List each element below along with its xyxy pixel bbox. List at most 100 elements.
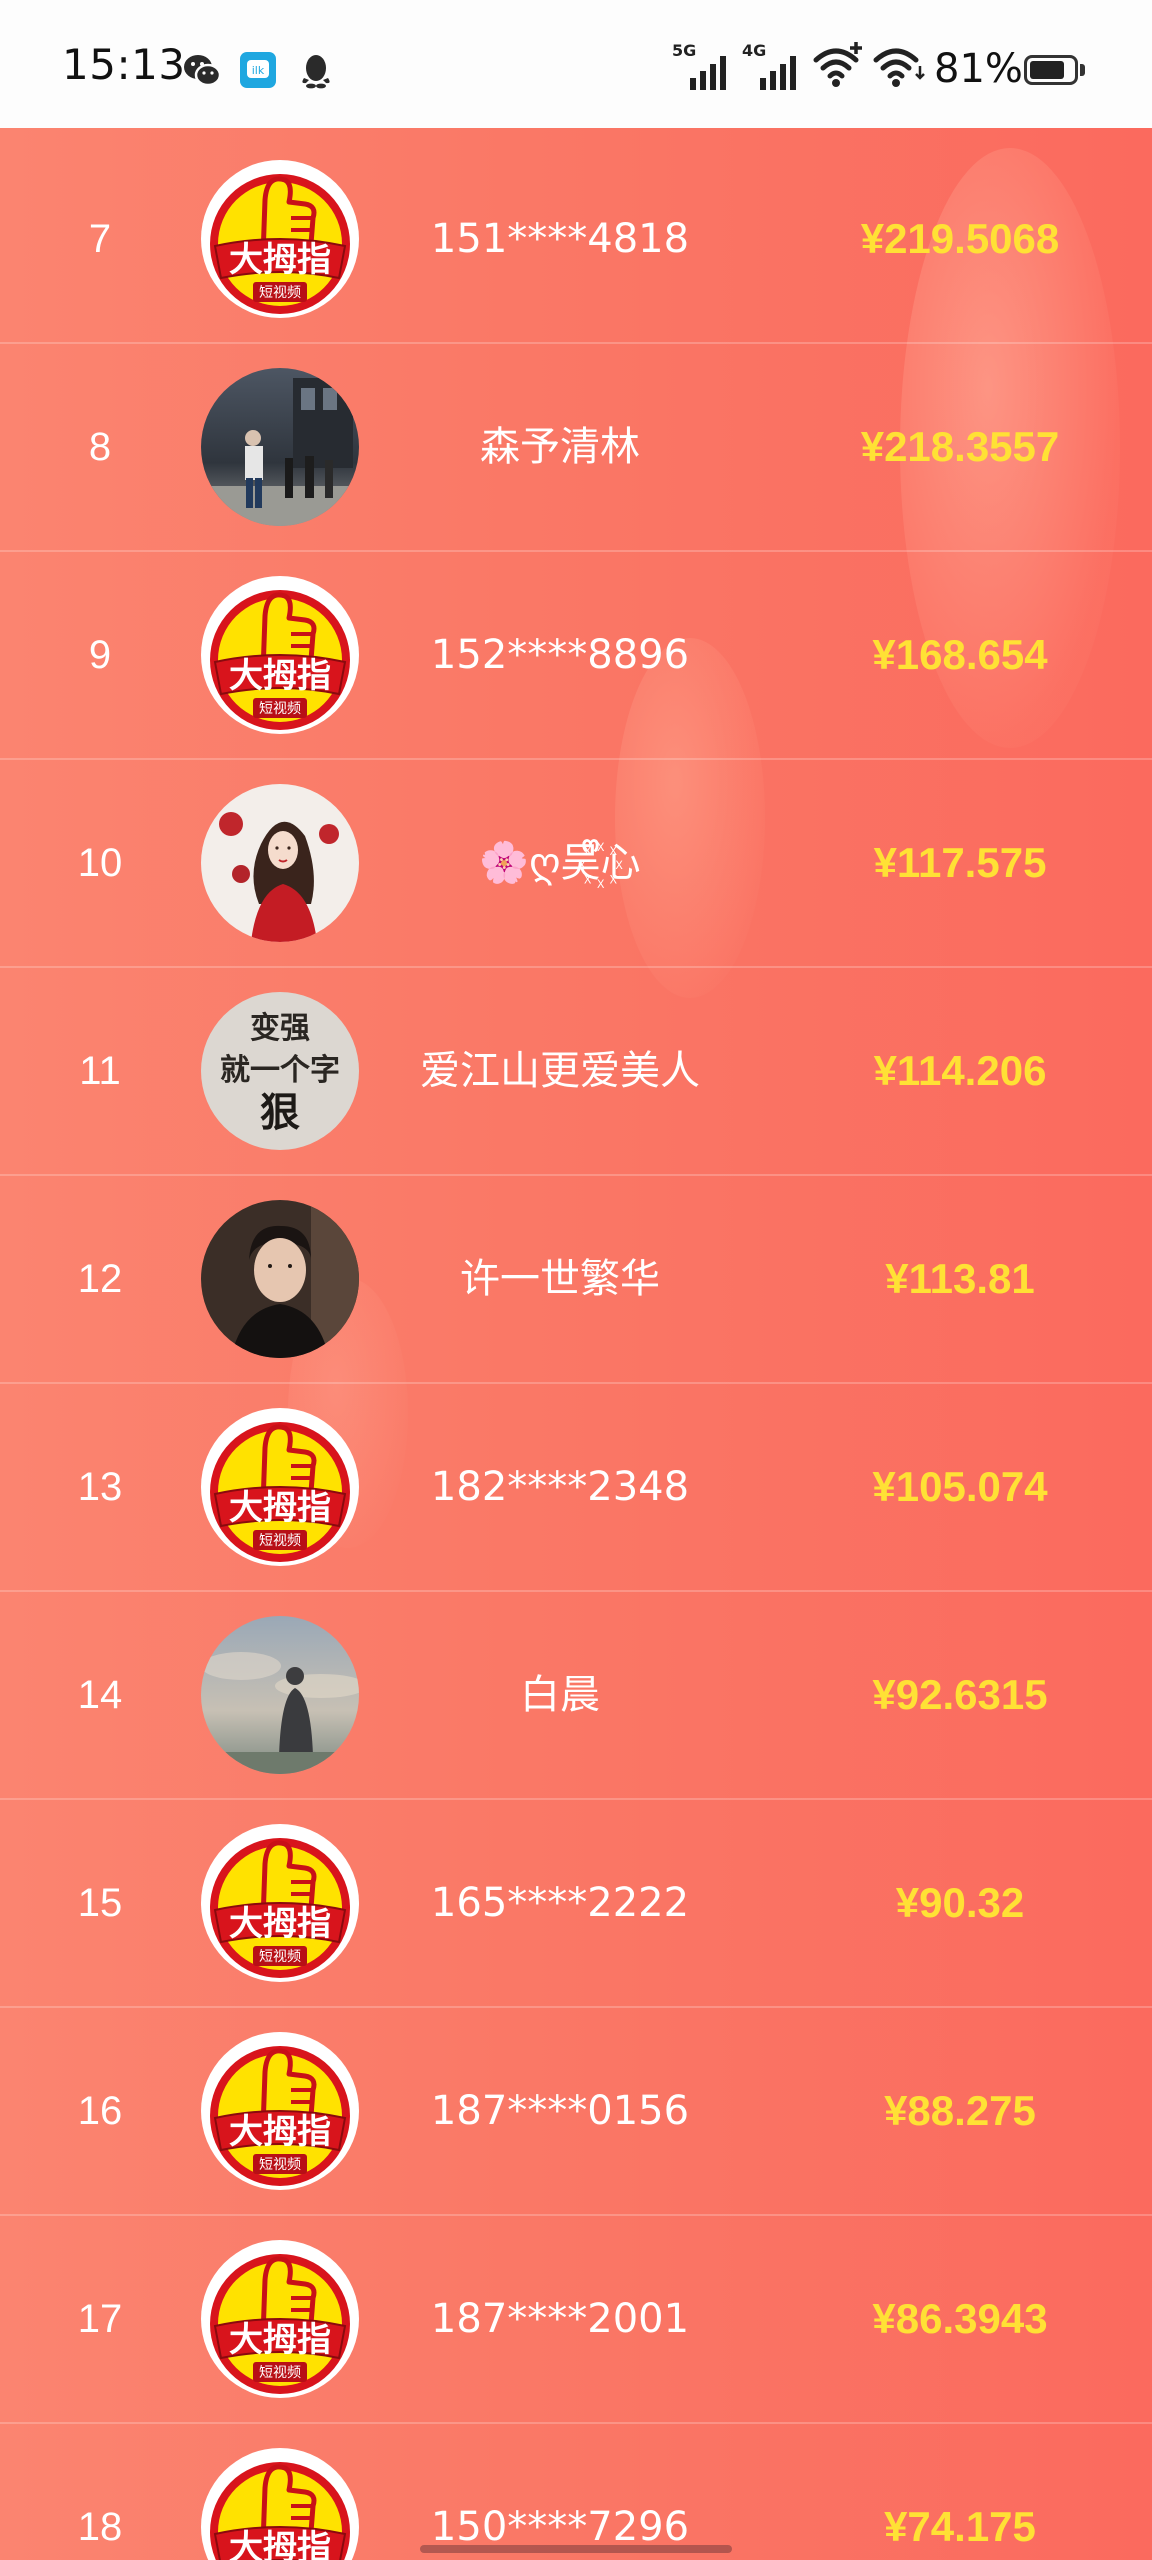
dalmuzhi-logo-icon: 大拇指 短视频	[201, 576, 359, 734]
avatar[interactable]	[201, 1616, 359, 1774]
avatar[interactable]: 变强 就一个字 狠	[201, 992, 359, 1150]
rank-number: 17	[77, 2297, 123, 2341]
earnings-amount: ¥168.654	[872, 631, 1048, 678]
avatar[interactable]: 大拇指 短视频	[201, 2240, 359, 2398]
dalmuzhi-logo-icon: 大拇指 短视频	[201, 2032, 359, 2190]
earnings-amount: ¥88.275	[884, 2087, 1036, 2134]
dalmuzhi-logo-icon: 大拇指 短视频	[201, 2240, 359, 2398]
avatar[interactable]: 大拇指 短视频	[201, 2448, 359, 2560]
logo-main-text: 大拇指	[229, 240, 331, 280]
wechat-icon	[184, 55, 222, 87]
ranking-row[interactable]: 16 大拇指 短视频 187****0156 ¥88.275	[0, 2008, 1152, 2216]
battery-percent: 81%	[934, 46, 1023, 92]
rank-number: 15	[77, 1881, 123, 1925]
ranking-row[interactable]: 17 大拇指 短视频 187****2001 ¥86.3943	[0, 2216, 1152, 2424]
battery-tip	[1080, 64, 1085, 76]
ranking-list[interactable]: 7 大拇指 短视频 151****4818 ¥219.5068 8 森予清林 ¥…	[0, 128, 1152, 2560]
user-name: 182****2348	[430, 1464, 690, 1510]
user-name: 165****2222	[430, 1880, 690, 1926]
street-photo-image	[201, 368, 359, 526]
earnings-amount: ¥219.5068	[860, 215, 1060, 262]
ranking-row[interactable]: 18 大拇指 短视频 150****7296 ¥74.175	[0, 2424, 1152, 2560]
logo-sub-text: 短视频	[259, 2365, 301, 2381]
battery-icon	[1024, 55, 1078, 85]
user-name: 187****0156	[430, 2088, 690, 2134]
svg-text:4G: 4G	[742, 41, 766, 60]
user-name: 187****2001	[430, 2296, 690, 2342]
earnings-amount: ¥117.575	[873, 839, 1047, 886]
sky-photo-image	[201, 1616, 359, 1774]
ranking-row[interactable]: 9 大拇指 短视频 152****8896 ¥168.654	[0, 552, 1152, 760]
ranking-row[interactable]: 10 🌸ღ吴ᩚ꙰ᩚ心 ¥117.575	[0, 760, 1152, 968]
user-name: 150****7296	[430, 2504, 690, 2550]
user-name: 🌸ღ吴ᩚ꙰ᩚ心	[479, 840, 641, 886]
earnings-amount: ¥74.175	[884, 2503, 1036, 2550]
wifi-icon	[873, 48, 925, 87]
earnings-amount: ¥105.074	[872, 1463, 1048, 1510]
logo-main-text: 大拇指	[229, 1904, 331, 1944]
rank-number: 7	[88, 217, 112, 261]
earnings-amount: ¥86.3943	[872, 2295, 1048, 2342]
svg-text:ilk: ilk	[252, 64, 265, 77]
logo-main-text: 大拇指	[229, 1488, 331, 1528]
avatar[interactable]	[201, 1200, 359, 1358]
user-name: 152****8896	[430, 632, 690, 678]
logo-main-text: 大拇指	[229, 2320, 331, 2360]
rank-number: 9	[88, 633, 112, 677]
avatar-text-line: 变强	[250, 1011, 310, 1046]
earnings-amount: ¥90.32	[895, 1879, 1025, 1926]
avatar-text-line: 就一个字	[220, 1053, 340, 1088]
avatar[interactable]	[201, 368, 359, 526]
battery-fill	[1030, 61, 1064, 79]
rank-number: 13	[77, 1465, 123, 1509]
svg-text:5G: 5G	[672, 41, 696, 60]
ranking-row[interactable]: 7 大拇指 短视频 151****4818 ¥219.5068	[0, 136, 1152, 344]
logo-sub-text: 短视频	[259, 1533, 301, 1549]
rank-number: 11	[79, 1049, 121, 1093]
avatar[interactable]: 大拇指 短视频	[201, 2032, 359, 2190]
ranking-row[interactable]: 14 白晨 ¥92.6315	[0, 1592, 1152, 1800]
status-time: 15:13	[62, 40, 186, 89]
ranking-row[interactable]: 8 森予清林 ¥218.3557	[0, 344, 1152, 552]
ranking-row[interactable]: 11 变强 就一个字 狠 爱江山更爱美人 ¥114.206	[0, 968, 1152, 1176]
rank-number: 10	[77, 841, 123, 885]
dalmuzhi-logo-icon: 大拇指 短视频	[201, 1824, 359, 1982]
user-name: 许一世繁华	[460, 1256, 660, 1302]
logo-sub-text: 短视频	[259, 285, 301, 301]
earnings-amount: ¥92.6315	[872, 1671, 1048, 1718]
lark-icon: ilk	[240, 52, 276, 88]
avatar[interactable]: 大拇指 短视频	[201, 1824, 359, 1982]
user-name: 森予清林	[480, 424, 640, 470]
home-indicator[interactable]	[420, 2545, 732, 2553]
logo-main-text: 大拇指	[229, 656, 331, 696]
avatar-text-line: 狠	[260, 1089, 300, 1136]
dalmuzhi-logo-icon: 大拇指 短视频	[201, 160, 359, 318]
girl-portrait-image	[201, 784, 359, 942]
avatar[interactable]: 大拇指 短视频	[201, 576, 359, 734]
earnings-amount: ¥114.206	[873, 1047, 1047, 1094]
avatar[interactable]: 大拇指 短视频	[201, 160, 359, 318]
user-name: 151****4818	[430, 216, 690, 262]
logo-sub-text: 短视频	[259, 1949, 301, 1965]
user-name: 白晨	[520, 1672, 600, 1718]
rank-number: 16	[77, 2089, 123, 2133]
rank-number: 18	[77, 2505, 123, 2549]
logo-sub-text: 短视频	[259, 2157, 301, 2173]
earnings-amount: ¥113.81	[885, 1255, 1035, 1302]
man-portrait-image	[201, 1200, 359, 1358]
ranking-row[interactable]: 15 大拇指 短视频 165****2222 ¥90.32	[0, 1800, 1152, 2008]
signal-4g-icon: 4G	[742, 41, 796, 90]
dalmuzhi-logo-icon: 大拇指 短视频	[201, 2448, 359, 2560]
text-avatar-image: 变强 就一个字 狠	[201, 992, 359, 1150]
wifi-plus-icon	[813, 42, 862, 87]
ranking-row[interactable]: 13 大拇指 短视频 182****2348 ¥105.074	[0, 1384, 1152, 1592]
avatar[interactable]	[201, 784, 359, 942]
earnings-amount: ¥218.3557	[860, 423, 1060, 470]
avatar[interactable]: 大拇指 短视频	[201, 1408, 359, 1566]
ranking-row[interactable]: 12 许一世繁华 ¥113.81	[0, 1176, 1152, 1384]
logo-main-text: 大拇指	[229, 2112, 331, 2152]
rank-number: 14	[77, 1673, 123, 1717]
logo-main-text: 大拇指	[229, 2528, 331, 2560]
signal-5g-icon: 5G	[672, 41, 726, 90]
logo-sub-text: 短视频	[259, 701, 301, 717]
